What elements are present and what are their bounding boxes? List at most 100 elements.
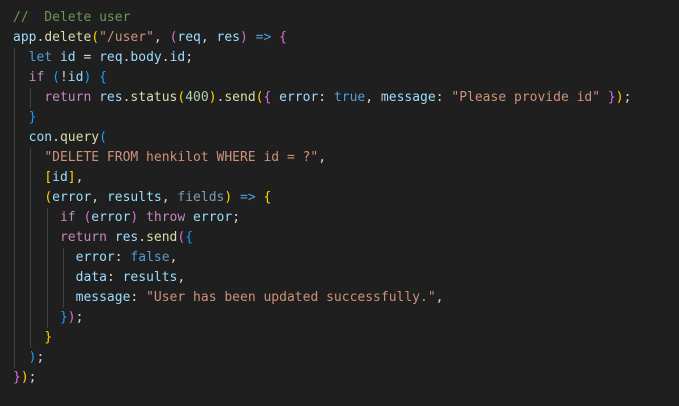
code-editor[interactable]: // Delete user app.delete("/user", (req, … (0, 0, 679, 406)
code-token: if (28, 70, 45, 85)
code-token: message (380, 90, 436, 105)
code-token: ) (208, 90, 217, 105)
indentation (13, 310, 60, 325)
indent-guide (62, 268, 64, 288)
code-token: data (75, 270, 107, 285)
indent-guide (30, 228, 32, 248)
code-token: results (122, 270, 178, 285)
code-token: } (59, 310, 68, 325)
code-token: id (52, 170, 68, 185)
code-token: , (169, 250, 178, 265)
code-token: error (91, 210, 131, 225)
indent-guide (14, 248, 15, 268)
code-line: data: results, (0, 268, 679, 288)
indent-guide (14, 88, 15, 108)
indent-guide (14, 48, 15, 68)
indent-guide (14, 288, 15, 308)
code-token: : (106, 270, 123, 285)
code-token: ! (59, 70, 68, 85)
code-token: = (75, 50, 100, 65)
code-token: send (146, 230, 178, 245)
indent-guide (30, 188, 32, 208)
indent-guide (46, 228, 48, 248)
code-token: if (59, 210, 76, 225)
code-token: "User has been updated successfully." (146, 290, 436, 305)
code-token: ; (28, 370, 37, 385)
code-token: error (52, 190, 92, 205)
code-token: { (99, 70, 107, 85)
code-line: // Delete user (0, 8, 679, 28)
code-line: ); (0, 348, 679, 368)
code-token: "Please provide id" (451, 90, 601, 105)
code-token: , (318, 150, 327, 165)
indent-guide (14, 148, 15, 168)
code-token: con (28, 130, 53, 145)
code-token: 400 (185, 90, 209, 105)
indent-guide (30, 208, 32, 228)
code-line: return res.status(400).send({ error: tru… (0, 88, 679, 108)
code-token: , (200, 30, 217, 45)
code-token: error (75, 250, 115, 265)
indent-guide (14, 348, 15, 368)
indent-guide (14, 208, 15, 228)
indent-guide (30, 328, 32, 348)
code-line: [id], (0, 168, 679, 188)
indent-guide (14, 228, 15, 248)
code-token: ; (36, 350, 45, 365)
indent-guide (62, 288, 64, 308)
indent-guide (30, 288, 32, 308)
code-token: ) (240, 30, 248, 45)
indent-guide (30, 148, 32, 168)
indentation (13, 230, 60, 245)
code-token: , (435, 290, 444, 305)
indent-guide (14, 68, 15, 88)
code-line: if (error) throw error; (0, 208, 679, 228)
code-token: req (177, 30, 201, 45)
indentation (13, 170, 44, 185)
code-line: return res.send({ (0, 228, 679, 248)
code-line: "DELETE FROM henkilot WHERE id = ?", (0, 148, 679, 168)
indent-guide (14, 268, 15, 288)
code-token: { (263, 190, 272, 205)
code-token: ) (20, 370, 29, 385)
code-token: res (114, 230, 139, 245)
code-token: error (279, 90, 319, 105)
code-token: ] (67, 170, 76, 185)
code-token: // Delete user (13, 10, 131, 25)
code-token: ; (75, 310, 84, 325)
indent-guide (46, 208, 48, 228)
code-token: : (130, 290, 147, 305)
code-token: delete (44, 30, 92, 45)
indent-guide (14, 328, 15, 348)
code-token: => (255, 30, 272, 45)
code-token: { (185, 230, 194, 245)
code-token: ) (224, 190, 233, 205)
code-token: ( (91, 30, 100, 45)
code-token: ) (615, 90, 624, 105)
indentation (13, 270, 76, 285)
code-token: send (224, 90, 256, 105)
indentation (13, 350, 29, 365)
indent-guide (14, 128, 15, 148)
code-token: true (333, 90, 366, 105)
code-token: "/user" (99, 30, 154, 45)
code-token: : (318, 90, 334, 105)
indent-guide (14, 108, 15, 128)
code-token: results (106, 190, 162, 205)
code-token: , (365, 90, 381, 105)
code-token: => (240, 190, 256, 205)
code-token: "DELETE FROM henkilot WHERE id = ?" (44, 150, 319, 165)
code-line: } (0, 328, 679, 348)
code-line: }); (0, 368, 679, 388)
indent-guide (46, 288, 48, 308)
code-token: id (67, 70, 84, 85)
code-token: ( (99, 130, 107, 145)
